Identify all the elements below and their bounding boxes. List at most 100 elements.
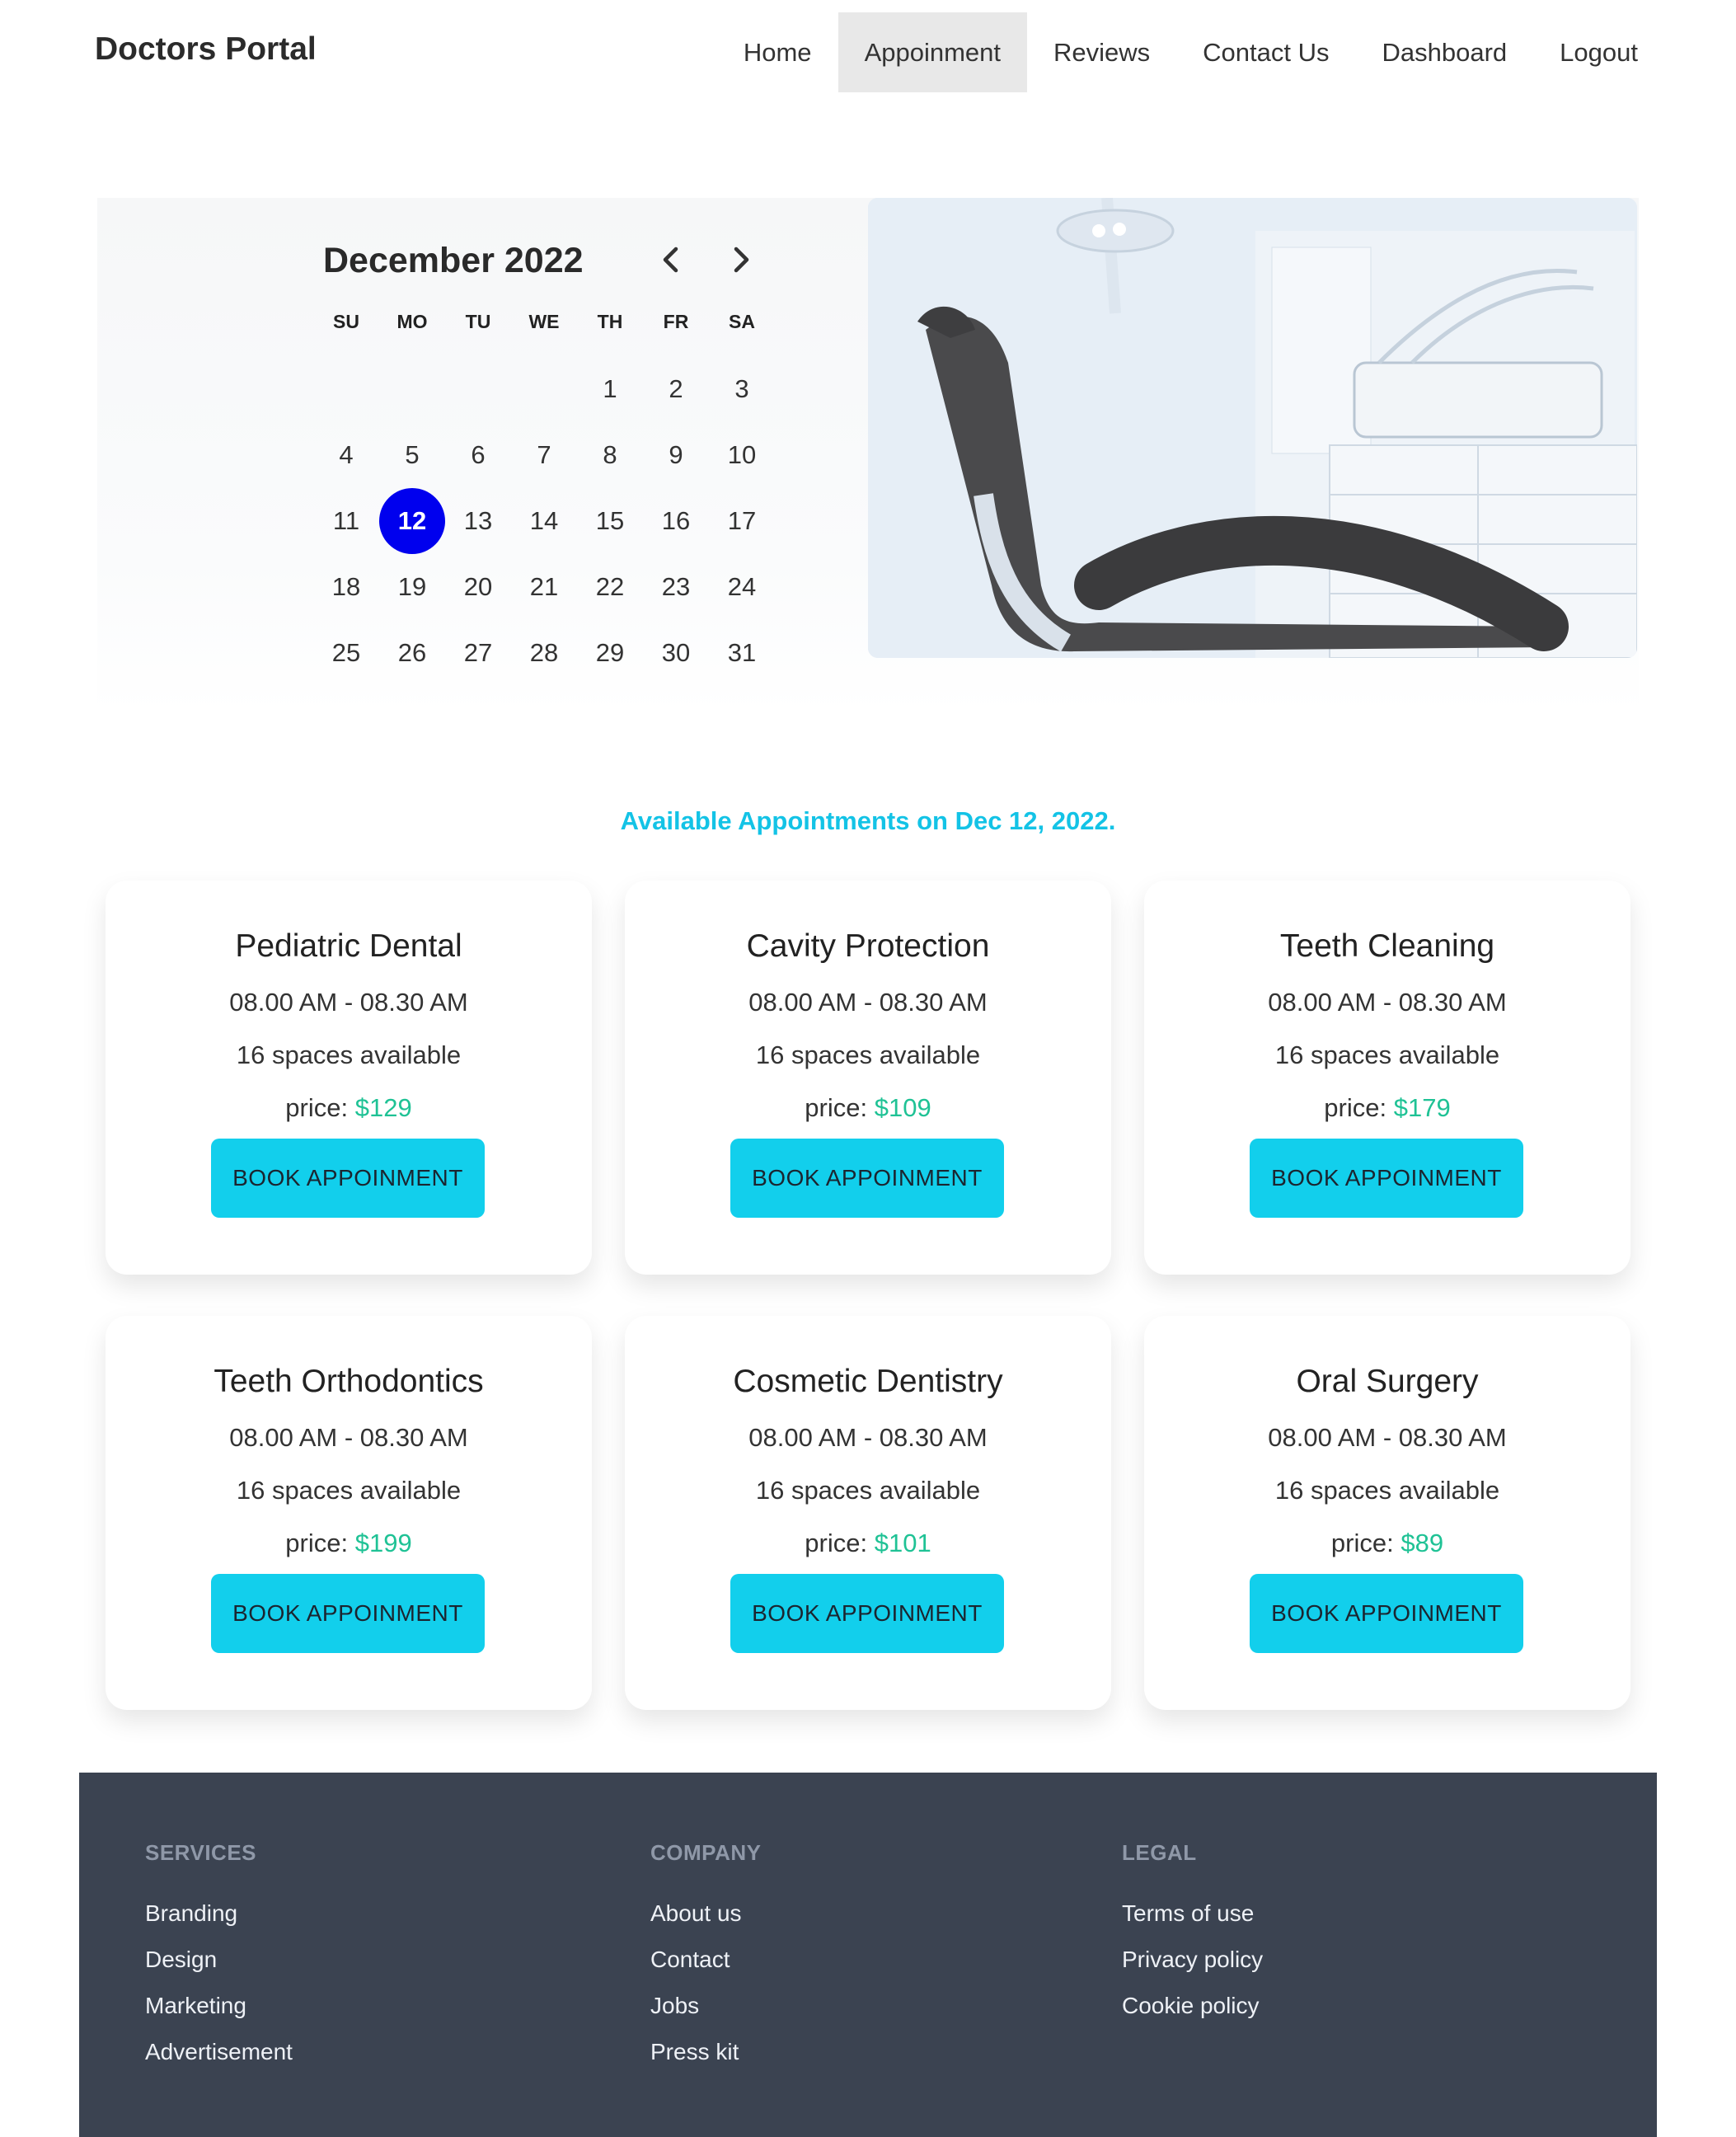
calendar-day[interactable]: 20 bbox=[445, 554, 511, 620]
nav-reviews[interactable]: Reviews bbox=[1027, 12, 1176, 92]
calendar-day-number: 11 bbox=[332, 506, 360, 535]
service-title: Cosmetic Dentistry bbox=[733, 1364, 1003, 1399]
calendar-day[interactable]: 25 bbox=[313, 620, 379, 686]
calendar-day[interactable]: 15 bbox=[577, 488, 643, 554]
footer-link[interactable]: Privacy policy bbox=[1122, 1947, 1263, 1993]
calendar-day[interactable]: 2 bbox=[643, 356, 709, 422]
calendar-day[interactable]: 14 bbox=[511, 488, 577, 554]
service-price: price: $199 bbox=[106, 1529, 592, 1558]
service-spaces: 16 spaces available bbox=[236, 1476, 462, 1505]
calendar-day[interactable]: 29 bbox=[577, 620, 643, 686]
book-appoinment-button[interactable]: BOOK APPOINMENT bbox=[730, 1139, 1004, 1218]
brand-logo[interactable]: Doctors Portal bbox=[95, 31, 317, 68]
nav-menu: Home Appoinment Reviews Contact Us Dashb… bbox=[717, 12, 1664, 92]
calendar-day[interactable]: 16 bbox=[643, 488, 709, 554]
calendar-day[interactable]: 18 bbox=[313, 554, 379, 620]
calendar-day-number: 15 bbox=[595, 506, 625, 535]
calendar-day-number: 28 bbox=[529, 638, 559, 667]
service-spaces: 16 spaces available bbox=[1274, 1476, 1500, 1505]
service-time: 08.00 AM - 08.30 AM bbox=[748, 1423, 988, 1452]
footer-link[interactable]: Branding bbox=[145, 1900, 293, 1947]
calendar-day[interactable]: 13 bbox=[445, 488, 511, 554]
calendar-day[interactable]: 4 bbox=[313, 422, 379, 488]
calendar-day[interactable]: 23 bbox=[643, 554, 709, 620]
price-value: $89 bbox=[1401, 1529, 1444, 1557]
nav-home[interactable]: Home bbox=[717, 12, 838, 92]
calendar-day-number: 3 bbox=[734, 374, 749, 403]
calendar-day[interactable]: 19 bbox=[379, 554, 445, 620]
calendar-day[interactable]: 7 bbox=[511, 422, 577, 488]
chevron-right-icon[interactable] bbox=[720, 239, 761, 280]
price-label: price: bbox=[1330, 1529, 1394, 1557]
book-appoinment-button[interactable]: BOOK APPOINMENT bbox=[1250, 1139, 1523, 1218]
calendar-day[interactable]: 6 bbox=[445, 422, 511, 488]
footer-company: COMPANY About us Contact Jobs Press kit bbox=[650, 1840, 761, 2085]
footer-link[interactable]: Design bbox=[145, 1947, 293, 1993]
service-title: Pediatric Dental bbox=[235, 928, 462, 964]
calendar-day-number: 16 bbox=[661, 506, 691, 535]
calendar-day[interactable]: 22 bbox=[577, 554, 643, 620]
price-value: $199 bbox=[354, 1529, 412, 1557]
weekday-label: WE bbox=[528, 311, 560, 332]
calendar-day-number: 13 bbox=[463, 506, 493, 535]
chevron-left-icon[interactable] bbox=[651, 239, 692, 280]
calendar-day[interactable]: 21 bbox=[511, 554, 577, 620]
footer-link[interactable]: Cookie policy bbox=[1122, 1993, 1263, 2039]
footer-link[interactable]: Advertisement bbox=[145, 2039, 293, 2085]
book-appoinment-button[interactable]: BOOK APPOINMENT bbox=[1250, 1574, 1523, 1653]
calendar-empty-cell bbox=[511, 356, 577, 422]
calendar-day[interactable]: 10 bbox=[709, 422, 775, 488]
service-time: 08.00 AM - 08.30 AM bbox=[748, 988, 988, 1017]
calendar-days-grid: 1 2 3 4 5 6 7 8 9 10 11 12 13 14 15 16 17 18 19 20 21 22 23 24 2… bbox=[313, 356, 775, 686]
footer-link[interactable]: Terms of use bbox=[1122, 1900, 1263, 1947]
service-title: Teeth Orthodontics bbox=[213, 1364, 484, 1399]
site-footer: SERVICES Branding Design Marketing Adver… bbox=[79, 1773, 1657, 2137]
calendar-day-number: 14 bbox=[529, 506, 559, 535]
calendar-day[interactable]: 5 bbox=[379, 422, 445, 488]
nav-contact-us[interactable]: Contact Us bbox=[1176, 12, 1355, 92]
service-price: price: $129 bbox=[106, 1093, 592, 1123]
service-time: 08.00 AM - 08.30 AM bbox=[1268, 988, 1507, 1017]
calendar-day-number: 9 bbox=[669, 440, 683, 469]
footer-heading: COMPANY bbox=[650, 1840, 762, 1865]
service-card: Pediatric Dental 08.00 AM - 08.30 AM 16 … bbox=[106, 881, 592, 1275]
footer-link[interactable]: Marketing bbox=[145, 1993, 293, 2039]
calendar-day[interactable]: 28 bbox=[511, 620, 577, 686]
service-time: 08.00 AM - 08.30 AM bbox=[229, 988, 468, 1017]
weekday-label: TH bbox=[597, 311, 623, 332]
available-appointments-heading: Available Appointments on Dec 12, 2022. bbox=[620, 806, 1116, 835]
calendar-day[interactable]: 17 bbox=[709, 488, 775, 554]
calendar-day[interactable]: 11 bbox=[313, 488, 379, 554]
book-appoinment-button[interactable]: BOOK APPOINMENT bbox=[211, 1139, 485, 1218]
footer-link[interactable]: Contact bbox=[650, 1947, 761, 1993]
calendar-day-number: 29 bbox=[595, 638, 625, 667]
calendar-day-number: 5 bbox=[405, 440, 420, 469]
weekday-label: TU bbox=[465, 311, 491, 332]
calendar-day-selected[interactable]: 12 bbox=[379, 488, 445, 554]
calendar-day[interactable]: 24 bbox=[709, 554, 775, 620]
calendar-day[interactable]: 8 bbox=[577, 422, 643, 488]
calendar-day[interactable]: 1 bbox=[577, 356, 643, 422]
calendar-day[interactable]: 27 bbox=[445, 620, 511, 686]
footer-link[interactable]: Press kit bbox=[650, 2039, 761, 2085]
service-spaces: 16 spaces available bbox=[236, 1040, 462, 1069]
calendar-day-number: 20 bbox=[463, 572, 493, 601]
footer-link[interactable]: About us bbox=[650, 1900, 761, 1947]
book-appoinment-button[interactable]: BOOK APPOINMENT bbox=[730, 1574, 1004, 1653]
calendar-day[interactable]: 9 bbox=[643, 422, 709, 488]
calendar-month-title: December 2022 bbox=[323, 241, 584, 280]
price-label: price: bbox=[1324, 1093, 1387, 1122]
footer-heading: LEGAL bbox=[1122, 1840, 1197, 1865]
calendar-day[interactable]: 26 bbox=[379, 620, 445, 686]
nav-dashboard[interactable]: Dashboard bbox=[1356, 12, 1534, 92]
calendar-day[interactable]: 3 bbox=[709, 356, 775, 422]
service-time: 08.00 AM - 08.30 AM bbox=[229, 1423, 468, 1452]
book-appoinment-button[interactable]: BOOK APPOINMENT bbox=[211, 1574, 485, 1653]
nav-logout[interactable]: Logout bbox=[1533, 12, 1664, 92]
nav-appoinment[interactable]: Appoinment bbox=[838, 12, 1028, 92]
calendar-day[interactable]: 31 bbox=[709, 620, 775, 686]
calendar-day[interactable]: 30 bbox=[643, 620, 709, 686]
footer-link[interactable]: Jobs bbox=[650, 1993, 761, 2039]
service-price: price: $109 bbox=[625, 1093, 1111, 1123]
calendar-day-number: 26 bbox=[397, 638, 427, 667]
